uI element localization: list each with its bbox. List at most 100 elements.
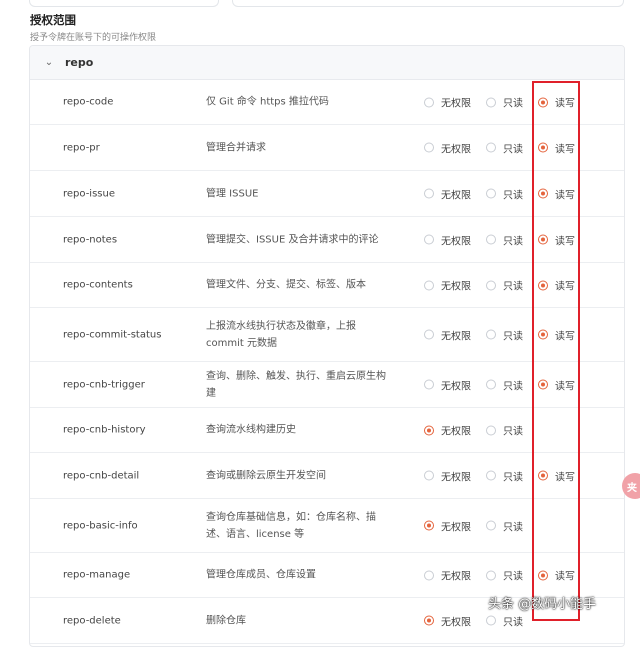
radio-read[interactable]: [486, 379, 496, 390]
radio-option-none[interactable]: 无权限: [424, 518, 471, 533]
radio-read[interactable]: [486, 142, 496, 153]
radio-option-none[interactable]: 无权限: [424, 327, 471, 342]
radio-label: 无权限: [441, 472, 471, 483]
group-name: repo: [65, 56, 94, 69]
radio-option-read[interactable]: 只读: [486, 327, 523, 342]
radio-option-read[interactable]: 只读: [486, 232, 523, 247]
permission-rows: repo-code 仅 Git 命令 https 推拉代码 无权限 只读 读写 repo-…: [30, 80, 624, 644]
radio-option-none[interactable]: 无权限: [424, 568, 471, 583]
radio-read[interactable]: [486, 280, 496, 290]
radio-option-write[interactable]: 读写: [538, 140, 575, 155]
permission-row: repo-pr 管理合并请求 无权限 只读 读写: [30, 125, 624, 171]
radio-write[interactable]: [538, 97, 548, 107]
permission-description: 删除仓库: [206, 615, 246, 626]
permission-row: repo-contents 管理文件、分支、提交、标签、版本 无权限 只读 读写: [30, 263, 624, 308]
radio-label: 无权限: [441, 331, 471, 342]
permission-name: repo-cnb-trigger: [63, 379, 145, 390]
radio-option-none[interactable]: 无权限: [424, 95, 471, 110]
radio-none[interactable]: [424, 520, 434, 531]
radio-option-read[interactable]: 只读: [486, 568, 523, 583]
radio-label: 无权限: [441, 144, 471, 155]
radio-option-write[interactable]: 读写: [538, 377, 575, 392]
radio-label: 无权限: [441, 381, 471, 392]
radio-write[interactable]: [538, 329, 548, 340]
radio-option-none[interactable]: 无权限: [424, 278, 471, 293]
radio-read[interactable]: [486, 425, 496, 435]
chevron-down-icon: ⌄: [44, 57, 54, 68]
radio-read[interactable]: [486, 97, 496, 107]
radio-option-read[interactable]: 只读: [486, 377, 523, 392]
radio-option-read[interactable]: 只读: [486, 278, 523, 293]
radio-read[interactable]: [486, 329, 496, 340]
radio-none[interactable]: [424, 142, 434, 153]
radio-option-read[interactable]: 只读: [486, 518, 523, 533]
radio-read[interactable]: [486, 188, 496, 199]
radio-label: 读写: [555, 236, 575, 247]
radio-option-read[interactable]: 只读: [486, 423, 523, 438]
permission-name: repo-contents: [63, 279, 133, 291]
radio-option-none[interactable]: 无权限: [424, 423, 471, 438]
permission-name: repo-commit-status: [63, 329, 162, 340]
radio-option-read[interactable]: 只读: [486, 95, 523, 110]
radio-read[interactable]: [486, 615, 496, 626]
permission-name: repo-delete: [63, 615, 121, 626]
radio-write[interactable]: [538, 379, 548, 390]
radio-read[interactable]: [486, 520, 496, 531]
radio-none[interactable]: [424, 280, 434, 290]
radio-write[interactable]: [538, 142, 548, 153]
radio-none[interactable]: [424, 615, 434, 626]
radio-none[interactable]: [424, 425, 434, 435]
radio-label: 无权限: [441, 236, 471, 247]
radio-option-none[interactable]: 无权限: [424, 186, 471, 201]
radio-label: 无权限: [441, 426, 471, 438]
radio-option-none[interactable]: 无权限: [424, 377, 471, 392]
permission-description: 管理合并请求: [206, 142, 266, 153]
permission-row: repo-commit-status 上报流水线执行状态及徽章，上报 commit…: [30, 308, 624, 362]
top-card-left: [29, 0, 219, 7]
radio-none[interactable]: [424, 329, 434, 340]
radio-write[interactable]: [538, 234, 548, 245]
radio-option-read[interactable]: 只读: [486, 186, 523, 201]
radio-write[interactable]: [538, 280, 548, 290]
radio-option-write[interactable]: 读写: [538, 186, 575, 201]
radio-none[interactable]: [424, 379, 434, 390]
radio-label: 只读: [503, 426, 523, 438]
permission-name: repo-issue: [63, 188, 115, 199]
radio-option-write[interactable]: 读写: [538, 95, 575, 110]
radio-option-none[interactable]: 无权限: [424, 468, 471, 483]
radio-option-none[interactable]: 无权限: [424, 232, 471, 247]
side-badge-label: 夹: [627, 482, 637, 494]
radio-write[interactable]: [538, 188, 548, 199]
radio-option-write[interactable]: 读写: [538, 327, 575, 342]
permission-description: 管理文件、分支、提交、标签、版本: [206, 279, 366, 291]
repo-group-header[interactable]: ⌄ repo: [30, 46, 624, 80]
radio-read[interactable]: [486, 470, 496, 481]
radio-label: 只读: [503, 522, 523, 533]
radio-write[interactable]: [538, 570, 548, 580]
radio-label: 读写: [555, 472, 575, 483]
radio-option-read[interactable]: 只读: [486, 140, 523, 155]
radio-option-write[interactable]: 读写: [538, 278, 575, 293]
radio-label: 读写: [555, 190, 575, 201]
radio-option-write[interactable]: 读写: [538, 568, 575, 583]
radio-option-none[interactable]: 无权限: [424, 140, 471, 155]
radio-label: 无权限: [441, 190, 471, 201]
radio-none[interactable]: [424, 570, 434, 580]
radio-none[interactable]: [424, 97, 434, 107]
radio-write[interactable]: [538, 470, 548, 481]
radio-option-write[interactable]: 读写: [538, 468, 575, 483]
radio-label: 读写: [555, 571, 575, 583]
radio-label: 只读: [503, 331, 523, 342]
radio-label: 只读: [503, 190, 523, 201]
radio-option-write[interactable]: 读写: [538, 232, 575, 247]
permission-description: 仅 Git 命令 https 推拉代码: [206, 96, 329, 108]
radio-none[interactable]: [424, 188, 434, 199]
radio-none[interactable]: [424, 470, 434, 481]
radio-read[interactable]: [486, 234, 496, 245]
radio-read[interactable]: [486, 570, 496, 580]
radio-none[interactable]: [424, 234, 434, 245]
permission-name: repo-code: [63, 96, 114, 108]
radio-option-read[interactable]: 只读: [486, 468, 523, 483]
permission-name: repo-basic-info: [63, 520, 138, 531]
radio-label: 无权限: [441, 281, 471, 293]
